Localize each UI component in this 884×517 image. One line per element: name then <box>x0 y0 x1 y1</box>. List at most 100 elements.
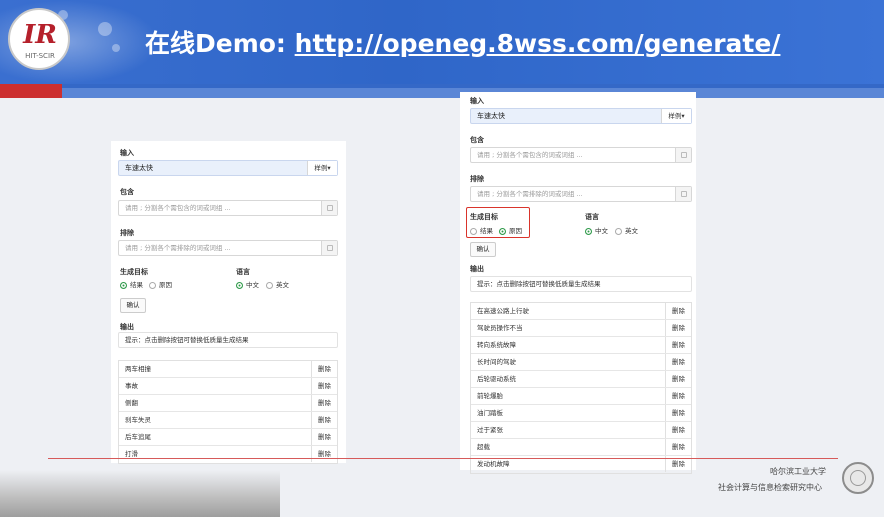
radio-label: 中文 <box>246 281 259 289</box>
result-text: 前轮爆胎 <box>477 392 503 400</box>
input-value: 车速太快 <box>125 164 153 172</box>
example-dropdown-button[interactable]: 样例▾ <box>307 161 337 175</box>
radio-dot <box>615 228 622 235</box>
result-row: 前轮爆胎 删除 <box>471 388 691 405</box>
target-radio-cause[interactable]: 原因 <box>149 280 172 290</box>
output-label: 输出 <box>470 265 484 273</box>
include-input[interactable]: 请用 ; 分割各个需包含的词或词组 ... <box>118 200 338 216</box>
delete-button[interactable]: 删除 <box>311 412 337 428</box>
footer-center: 社会计算与信息检索研究中心 <box>718 483 822 492</box>
result-row: 打滑 删除 <box>119 446 337 463</box>
result-text: 后轮驱动系统 <box>477 375 516 383</box>
exclude-placeholder: 请用 ; 分割各个需排除的词或词组 ... <box>125 244 231 252</box>
delete-button[interactable]: 删除 <box>311 446 337 462</box>
language-radio-english[interactable]: 英文 <box>615 226 638 236</box>
result-text: 事故 <box>125 382 138 390</box>
result-row: 后轮驱动系统 删除 <box>471 371 691 388</box>
demo-panel-right: 输入 车速太快 样例▾ 包含 请用 ; 分割各个需包含的词或词组 ... 排除 … <box>460 92 696 474</box>
include-addon[interactable] <box>321 201 337 215</box>
exclude-addon[interactable] <box>675 187 691 201</box>
output-hint: 提示：点击删除按钮可替换低质量生成结果 <box>118 332 338 348</box>
result-text: 长时间的驾驶 <box>477 358 516 366</box>
result-text: 在高速公路上行驶 <box>477 307 529 315</box>
accent-bar-red <box>0 84 62 98</box>
language-radio-chinese[interactable]: 中文 <box>236 280 259 290</box>
target-label: 生成目标 <box>120 268 148 276</box>
include-label: 包含 <box>120 188 134 196</box>
output-hint: 提示：点击删除按钮可替换低质量生成结果 <box>470 276 692 292</box>
result-row: 刹车失灵 删除 <box>119 412 337 429</box>
target-radio-result[interactable]: 结果 <box>120 280 143 290</box>
delete-button[interactable]: 删除 <box>311 395 337 411</box>
highlight-box <box>466 207 530 238</box>
language-radio-chinese[interactable]: 中文 <box>585 226 608 236</box>
delete-button[interactable]: 删除 <box>665 320 691 336</box>
radio-dot <box>585 228 592 235</box>
result-row: 转向系统故障 删除 <box>471 337 691 354</box>
result-list: 在高速公路上行驶 删除 驾驶员操作不当 删除 转向系统故障 删除 长时间的驾驶 删除 后… <box>470 302 692 474</box>
result-row: 超载 删除 <box>471 439 691 456</box>
result-text: 油门踏板 <box>477 409 503 417</box>
input-field[interactable]: 车速太快 样例▾ <box>470 108 692 124</box>
radio-dot <box>236 282 243 289</box>
radio-label: 英文 <box>276 281 289 289</box>
result-row: 过于紧张 删除 <box>471 422 691 439</box>
output-label: 输出 <box>120 323 134 331</box>
delete-button[interactable]: 删除 <box>665 422 691 438</box>
delete-button[interactable]: 删除 <box>311 361 337 377</box>
footer-divider <box>48 458 838 459</box>
input-field[interactable]: 车速太快 样例▾ <box>118 160 338 176</box>
include-addon[interactable] <box>675 148 691 162</box>
exclude-placeholder: 请用 ; 分割各个需排除的词或词组 ... <box>477 190 583 198</box>
result-row: 油门踏板 删除 <box>471 405 691 422</box>
exclude-label: 排除 <box>120 229 134 237</box>
confirm-button[interactable]: 确认 <box>120 298 146 313</box>
language-label: 语言 <box>585 213 599 221</box>
result-text: 过于紧张 <box>477 426 503 434</box>
slide-header: IR HIT-SCIR 在线Demo: http://openeg.8wss.c… <box>0 0 884 84</box>
radio-dot <box>266 282 273 289</box>
result-row: 后车追尾 删除 <box>119 429 337 446</box>
result-text: 超载 <box>477 443 490 451</box>
example-dropdown-button[interactable]: 样例▾ <box>661 109 691 123</box>
radio-label: 结果 <box>130 281 143 289</box>
logo-sub: HIT-SCIR <box>25 52 55 60</box>
delete-button[interactable]: 删除 <box>665 337 691 353</box>
slide-title: 在线Demo: http://openeg.8wss.com/generate/ <box>145 26 780 62</box>
input-label: 输入 <box>470 97 484 105</box>
demo-panel-left: 输入 车速太快 样例▾ 包含 请用 ; 分割各个需包含的词或词组 ... 排除 … <box>111 141 346 464</box>
title-prefix: 在线Demo: <box>145 29 295 58</box>
background-ground <box>0 470 280 517</box>
demo-url-link[interactable]: http://openeg.8wss.com/generate/ <box>295 29 781 58</box>
delete-button[interactable]: 删除 <box>311 429 337 445</box>
university-seal-icon <box>842 462 874 494</box>
delete-button[interactable]: 删除 <box>665 371 691 387</box>
include-placeholder: 请用 ; 分割各个需包含的词或词组 ... <box>477 151 583 159</box>
delete-button[interactable]: 删除 <box>665 388 691 404</box>
confirm-button[interactable]: 确认 <box>470 242 496 257</box>
include-input[interactable]: 请用 ; 分割各个需包含的词或词组 ... <box>470 147 692 163</box>
result-text: 转向系统故障 <box>477 341 516 349</box>
footer-university: 哈尔滨工业大学 <box>770 467 826 476</box>
language-radio-english[interactable]: 英文 <box>266 280 289 290</box>
exclude-addon[interactable] <box>321 241 337 255</box>
radio-dot <box>120 282 127 289</box>
include-label: 包含 <box>470 136 484 144</box>
language-label: 语言 <box>236 268 250 276</box>
delete-button[interactable]: 删除 <box>665 405 691 421</box>
result-row: 长时间的驾驶 删除 <box>471 354 691 371</box>
logo-mark: IR <box>23 20 57 50</box>
delete-button[interactable]: 删除 <box>665 303 691 319</box>
delete-button[interactable]: 删除 <box>665 439 691 455</box>
checkbox-icon <box>681 191 687 197</box>
checkbox-icon <box>327 245 333 251</box>
input-value: 车速太快 <box>477 112 505 120</box>
delete-button[interactable]: 删除 <box>311 378 337 394</box>
delete-button[interactable]: 删除 <box>665 354 691 370</box>
exclude-input[interactable]: 请用 ; 分割各个需排除的词或词组 ... <box>118 240 338 256</box>
exclude-input[interactable]: 请用 ; 分割各个需排除的词或词组 ... <box>470 186 692 202</box>
result-row: 事故 删除 <box>119 378 337 395</box>
include-placeholder: 请用 ; 分割各个需包含的词或词组 ... <box>125 204 231 212</box>
result-text: 驾驶员操作不当 <box>477 324 523 332</box>
result-text: 后车追尾 <box>125 433 151 441</box>
